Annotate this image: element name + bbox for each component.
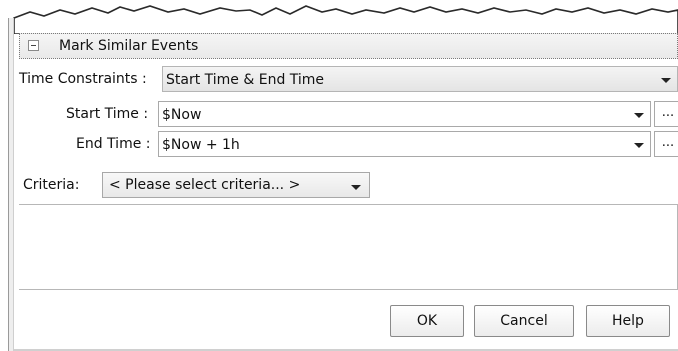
criteria-value: < Please select criteria... > (109, 177, 301, 193)
end-time-field[interactable]: $Now + 1h (158, 131, 651, 157)
start-time-row: Start Time : $Now ... (19, 101, 678, 127)
criteria-dropdown[interactable]: < Please select criteria... > (102, 172, 370, 198)
chevron-down-icon (634, 113, 644, 118)
criteria-label: Criteria: (23, 177, 80, 193)
torn-edge (13, 5, 678, 34)
section-title: Mark Similar Events (59, 38, 199, 54)
start-time-value: $Now (162, 107, 202, 123)
cancel-button[interactable]: Cancel (474, 305, 574, 337)
ok-button[interactable]: OK (390, 305, 464, 337)
start-time-label: Start Time : (66, 106, 149, 122)
start-time-browse-button[interactable]: ... (654, 101, 678, 127)
time-constraints-dropdown[interactable]: Start Time & End Time (162, 66, 678, 92)
time-constraints-label: Time Constraints : (19, 71, 147, 87)
collapse-icon[interactable] (28, 40, 39, 51)
dialog-left-border (8, 18, 14, 351)
end-time-browse-button[interactable]: ... (654, 131, 678, 157)
time-constraints-value: Start Time & End Time (166, 72, 325, 88)
criteria-details-area (19, 204, 678, 290)
start-time-field[interactable]: $Now (158, 101, 651, 127)
end-time-row: End Time : $Now + 1h ... (19, 131, 678, 157)
end-time-value: $Now + 1h (162, 137, 240, 153)
end-time-label: End Time : (76, 136, 151, 152)
time-constraints-row: Time Constraints : Start Time & End Time (19, 66, 678, 92)
chevron-down-icon (634, 143, 644, 148)
section-header[interactable]: Mark Similar Events (19, 33, 678, 59)
chevron-down-icon (661, 78, 671, 83)
help-button[interactable]: Help (586, 305, 670, 337)
chevron-down-icon (351, 185, 361, 190)
